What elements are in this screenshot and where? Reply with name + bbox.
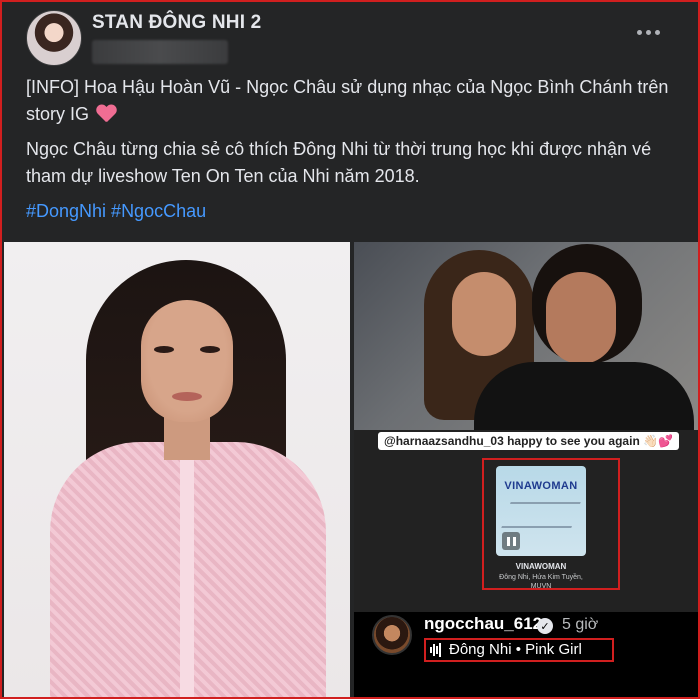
post-meta-redacted — [92, 40, 228, 64]
album-artists: Đông Nhi, Hứa Kim Tuyền, MUVN — [499, 574, 583, 590]
post-media[interactable]: @harnaazsandhu_03 happy to see you again… — [4, 242, 698, 697]
story-person1-face — [452, 272, 516, 356]
story-username[interactable]: ngocchau_612 — [424, 614, 542, 634]
post-paragraph-2: Ngọc Châu từng chia sẻ cô thích Đông Nhi… — [26, 139, 652, 186]
photo-eye-right — [200, 346, 220, 353]
story-mention[interactable]: @harnaazsandhu_03 happy to see you again… — [378, 432, 679, 450]
story-time: 5 giờ — [562, 616, 599, 633]
song-label: Đông Nhi • Pink Girl — [449, 641, 582, 658]
album-cover-title: VINAWOMAN — [504, 480, 578, 492]
photo-face — [141, 300, 233, 422]
album-cover[interactable]: VINAWOMAN — [496, 466, 586, 556]
post-paragraph-1-text: [INFO] Hoa Hậu Hoàn Vũ - Ngọc Châu sử dụ… — [26, 77, 669, 124]
story-person2-face — [546, 272, 616, 364]
album-art — [501, 502, 581, 528]
post-card: STAN ĐÔNG NHI 2 [INFO] Hoa Hậu Hoàn Vũ -… — [0, 0, 700, 699]
heart-icon — [96, 105, 116, 123]
story-photo — [354, 242, 698, 442]
album-name: VINAWOMAN — [515, 562, 567, 571]
post-text: [INFO] Hoa Hậu Hoàn Vũ - Ngọc Châu sử dụ… — [26, 74, 678, 233]
ig-story-screenshot[interactable]: @harnaazsandhu_03 happy to see you again… — [354, 242, 698, 697]
page-name[interactable]: STAN ĐÔNG NHI 2 — [92, 12, 261, 34]
photo-eye-left — [154, 346, 174, 353]
pause-icon[interactable] — [502, 532, 520, 550]
portrait-photo[interactable] — [4, 242, 350, 697]
post-paragraph-1: [INFO] Hoa Hậu Hoàn Vũ - Ngọc Châu sử dụ… — [26, 74, 678, 128]
photo-jacket-trim — [180, 452, 194, 697]
audio-wave-icon — [430, 642, 441, 657]
story-user-avatar[interactable] — [372, 615, 412, 655]
story-song[interactable]: Đông Nhi • Pink Girl — [430, 641, 582, 658]
verified-icon: ✓ — [537, 618, 553, 634]
page-avatar[interactable] — [26, 10, 82, 66]
hashtags[interactable]: #DongNhi #NgocChau — [26, 198, 678, 225]
more-options-icon[interactable] — [634, 22, 662, 42]
photo-lips — [172, 392, 202, 401]
post-header: STAN ĐÔNG NHI 2 — [26, 8, 678, 68]
